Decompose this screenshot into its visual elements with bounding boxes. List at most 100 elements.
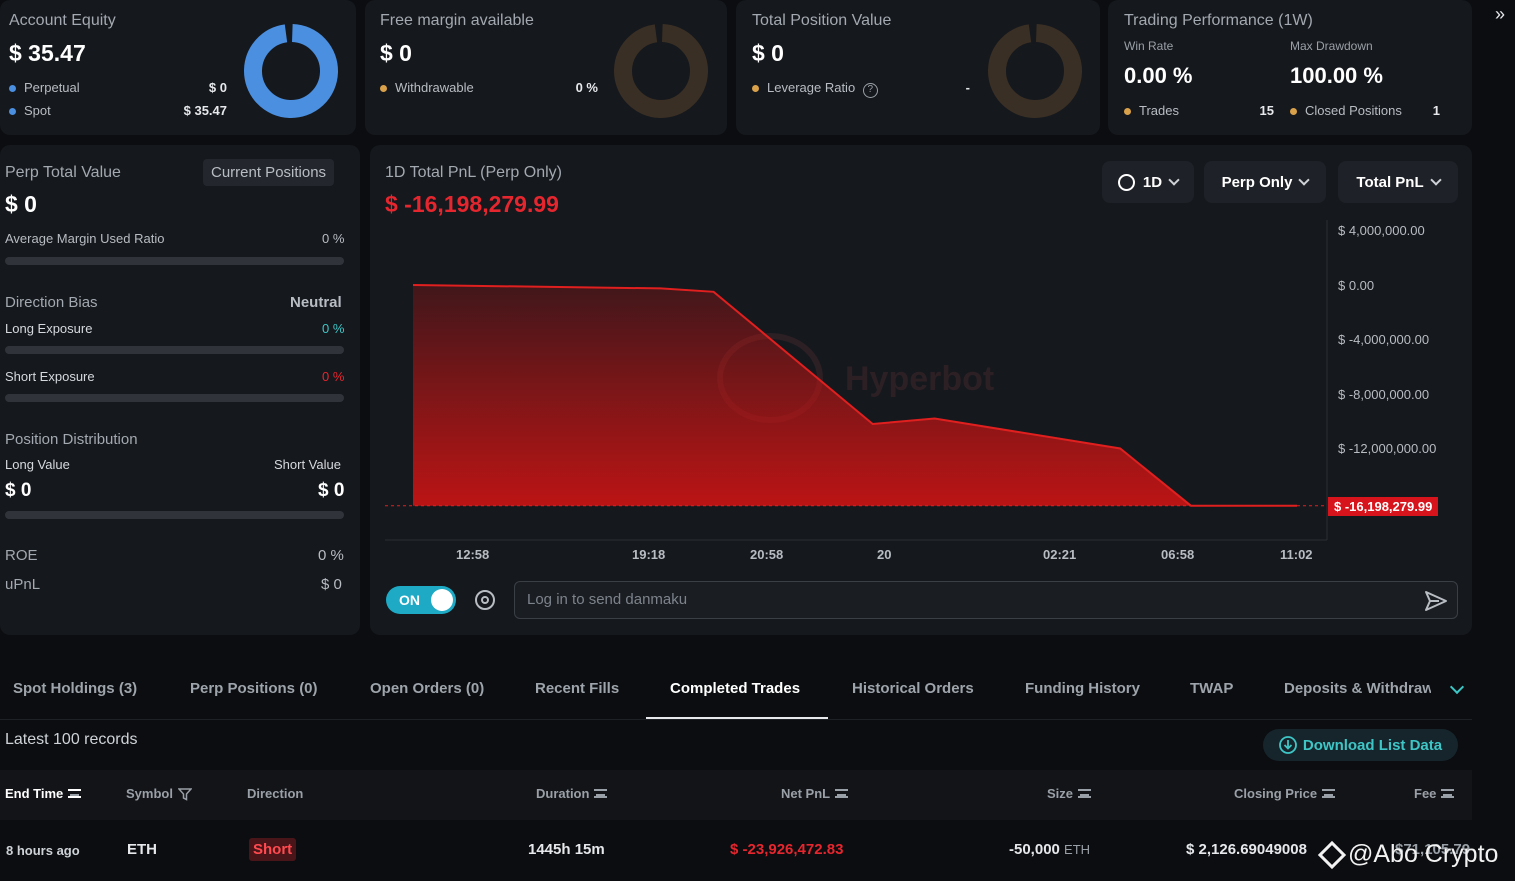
x-tick-label: 20 (877, 547, 892, 562)
leverage-label: Leverage Ratio (767, 80, 856, 95)
credit-text: @Abo Crypto (1348, 840, 1499, 868)
margin-label: Average Margin Used Ratio (5, 231, 165, 246)
x-tick-label: 20:58 (750, 547, 784, 562)
header-fee[interactable]: Fee (1414, 786, 1455, 801)
bias-label: Direction Bias (5, 294, 98, 311)
sort-icon (835, 789, 849, 798)
x-tick-label: 02:21 (1043, 547, 1077, 562)
download-list-button[interactable]: Download List Data (1263, 729, 1458, 761)
danmaku-toggle[interactable]: ON (386, 586, 456, 614)
closed-row: Closed Positions 1 (1290, 103, 1440, 118)
long-exposure-value: 0 % (322, 321, 345, 336)
perp-total-title: Perp Total Value (5, 164, 121, 181)
header-closing-price-label: Closing Price (1234, 786, 1318, 801)
perpetual-label: Perpetual (24, 80, 80, 95)
y-tick-label: $ -8,000,000.00 (1338, 387, 1430, 402)
position-value-title: Total Position Value (752, 12, 892, 29)
row-direction-badge: Short (249, 838, 297, 861)
sort-icon (1441, 789, 1455, 798)
current-positions-button[interactable]: Current Positions (203, 159, 335, 186)
tab-completed-trades[interactable]: Completed Trades (670, 680, 800, 697)
period-dropdown[interactable]: 1D (1102, 161, 1194, 203)
current-value-badge: $ -16,198,279.99 (1328, 497, 1439, 516)
row-size: -50,000 ETH (1009, 841, 1090, 858)
perp-panel: Perp Total Value Current Positions $ 0 A… (0, 145, 360, 635)
chevron-down-icon (1429, 174, 1442, 186)
closed-value: 1 (1432, 103, 1440, 118)
header-size[interactable]: Size (1047, 786, 1092, 801)
help-icon[interactable]: ? (862, 83, 878, 98)
expand-sidebar-icon[interactable]: » (1495, 4, 1505, 25)
tab-recent-fills[interactable]: Recent Fills (535, 680, 619, 697)
x-tick-label: 19:18 (632, 547, 666, 562)
performance-card: Trading Performance (1W) Win Rate 0.00 %… (1108, 0, 1472, 135)
perpetual-row: Perpetual $ 0 (9, 80, 227, 95)
clock-icon (1117, 173, 1135, 191)
long-exposure-bar (5, 346, 344, 354)
header-duration[interactable]: Duration (536, 786, 608, 801)
header-closing-price[interactable]: Closing Price (1234, 786, 1336, 801)
margin-donut-chart (614, 23, 708, 118)
bias-value: Neutral (290, 294, 342, 311)
danmaku-settings-icon[interactable] (475, 590, 495, 610)
chevron-down-icon (1168, 174, 1180, 186)
free-margin-value: $ 0 (380, 40, 412, 66)
x-tick-label: 12:58 (456, 547, 490, 562)
upnl-value: $ 0 (321, 576, 342, 593)
spot-value: $ 35.47 (183, 103, 227, 118)
row-size-unit: ETH (1064, 842, 1091, 857)
metric-dropdown[interactable]: Total PnL (1338, 161, 1458, 203)
tab-perp-positions[interactable]: Perp Positions (0) (190, 680, 318, 697)
perpetual-value: $ 0 (208, 80, 227, 95)
header-duration-label: Duration (536, 786, 590, 801)
row-end-time: 8 hours ago (6, 843, 80, 858)
header-symbol-label: Symbol (126, 786, 173, 801)
metric-value: Total PnL (1356, 173, 1424, 191)
tab-open-orders[interactable]: Open Orders (0) (370, 680, 484, 697)
toggle-knob (431, 589, 453, 611)
short-exposure-bar (5, 394, 344, 402)
tab-historical-orders[interactable]: Historical Orders (852, 680, 974, 697)
row-symbol[interactable]: ETH (127, 841, 157, 858)
header-end-time[interactable]: End Time (5, 786, 82, 801)
y-tick-label: $ 0.00 (1338, 278, 1375, 293)
row-closing-price: $ 2,126.69049008 (1186, 841, 1307, 858)
chevron-down-icon (1298, 174, 1311, 186)
withdrawable-label: Withdrawable (395, 80, 474, 95)
tab-funding-history[interactable]: Funding History (1025, 680, 1140, 697)
margin-bar (5, 257, 344, 265)
drawdown-value: 100.00 % (1290, 63, 1383, 88)
credit-watermark: @Abo Crypto (1317, 840, 1499, 869)
roe-label: ROE (5, 547, 38, 564)
scope-dropdown[interactable]: Perp Only (1204, 161, 1326, 203)
spot-row: Spot $ 35.47 (9, 103, 227, 118)
download-label: Download List Data (1302, 736, 1443, 754)
y-tick-label: $ 4,000,000.00 (1338, 223, 1425, 238)
sort-icon (594, 789, 608, 798)
position-donut-chart (988, 23, 1082, 118)
danmaku-input[interactable]: Log in to send danmaku (514, 581, 1458, 619)
performance-title: Trading Performance (1W) (1124, 12, 1313, 29)
trades-label: Trades (1139, 103, 1179, 118)
tab-deposits-withdrawals[interactable]: Deposits & Withdraw (1284, 680, 1431, 697)
account-equity-title: Account Equity (9, 12, 116, 29)
tab-twap[interactable]: TWAP (1190, 680, 1233, 697)
free-margin-title: Free margin available (380, 12, 534, 29)
row-size-value: -50,000 (1009, 841, 1060, 858)
y-tick-label: $ -12,000,000.00 (1338, 441, 1437, 456)
position-value-card: Total Position Value $ 0 Leverage Ratio … (736, 0, 1100, 135)
tab-spot-holdings[interactable]: Spot Holdings (3) (13, 680, 137, 697)
header-end-time-label: End Time (5, 786, 64, 801)
win-rate-value: 0.00 % (1124, 63, 1193, 88)
account-equity-card: Account Equity $ 35.47 Perpetual $ 0 Spo… (0, 0, 356, 135)
long-value: $ 0 (5, 480, 32, 501)
trades-row: Trades 15 (1124, 103, 1274, 118)
withdrawable-row: Withdrawable 0 % (380, 80, 598, 95)
x-tick-label: 11:02 (1280, 547, 1313, 562)
margin-value: 0 % (322, 231, 345, 246)
free-margin-card: Free margin available $ 0 Withdrawable 0… (365, 0, 727, 135)
header-net-pnl[interactable]: Net PnL (781, 786, 849, 801)
closed-label: Closed Positions (1305, 103, 1402, 118)
header-symbol[interactable]: Symbol (126, 786, 192, 801)
send-icon[interactable] (1423, 588, 1449, 614)
